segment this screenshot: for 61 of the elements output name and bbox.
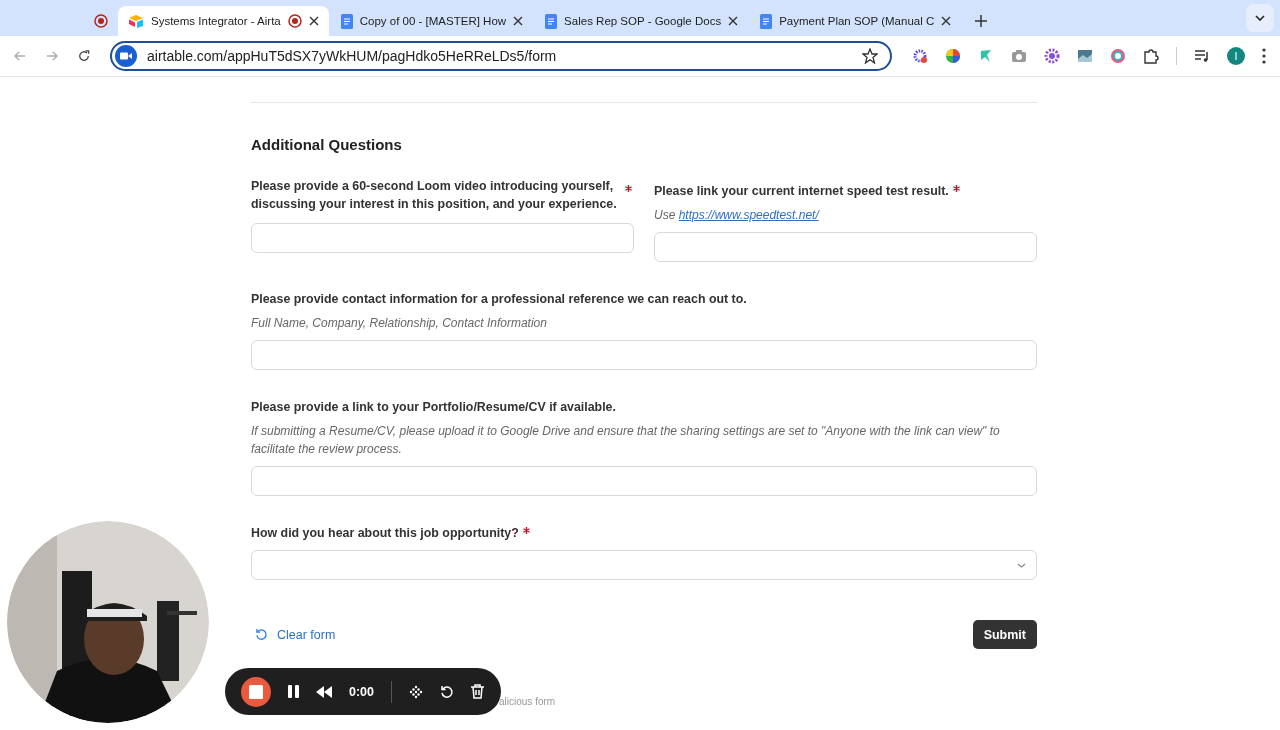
browser-tab[interactable]: Payment Plan SOP (Manual C [750,6,962,36]
text-input-field[interactable] [654,232,1037,262]
undo-icon [255,628,268,641]
tab-search-button[interactable] [1246,4,1274,32]
text-input-field[interactable] [251,466,1037,496]
close-icon[interactable] [513,16,524,26]
tab-title: Systems Integrator - Airta [151,15,281,27]
close-icon[interactable] [308,16,319,26]
extension-icon[interactable] [912,48,928,64]
clear-form-button[interactable]: Clear form [251,627,340,642]
close-icon[interactable] [728,16,739,26]
speed-test-link[interactable]: https://www.speedtest.net/ [678,208,819,222]
section-title: Additional Questions [251,136,403,153]
url-text: airtable.com/appHuT5dSX7yWkHUM/pagHdko5HeRReLDs5/form [147,48,558,64]
pause-icon[interactable] [288,685,299,698]
video-camera-icon [115,45,137,67]
text-input-field[interactable] [251,340,1037,370]
gear-icon[interactable] [1044,48,1060,64]
question-label: Please provide a link to your Portfolio/Resume/CV if available. [251,399,616,416]
image-icon[interactable] [1077,49,1093,63]
chevron-down-icon [1017,562,1026,568]
recording-timer: 0:00 [349,684,375,699]
document-icon [340,13,353,29]
question-hint: If submitting a Resume/CV, please upload it to Google Drive and ensure that the sharing settings are set to "Anyone with the link can view" to facilitate the review process. [251,423,1001,458]
tab-title: Copy of 00 - [MASTER] How [359,15,507,27]
media-queue-icon[interactable] [1194,49,1210,63]
browser-tab[interactable]: Sales Rep SOP - Google Docs [535,6,749,36]
tab-title: Sales Rep SOP - Google Docs [564,15,722,27]
question-label: Please link your current internet speed test result. [654,183,949,200]
stop-recording-button[interactable] [241,676,271,707]
question-hint: Full Name, Company, Relationship, Contact Information [251,315,548,332]
color-wheel-icon[interactable] [945,48,961,64]
trash-icon[interactable] [471,684,485,699]
tab-title: Payment Plan SOP (Manual C [779,15,935,27]
question-hint: Use https://www.speedtest.net/ [654,207,819,224]
reload-icon[interactable] [78,49,90,63]
restart-icon[interactable] [440,684,455,699]
profile-avatar[interactable]: I [1227,47,1245,65]
close-icon[interactable] [941,16,952,26]
dot-grid-icon[interactable] [409,684,424,699]
browser-tab[interactable]: Copy of 00 - [MASTER] How [330,6,534,36]
question-label: Please provide contact information for a professional reference we can reach out to. [251,291,747,308]
address-bar[interactable]: airtable.com/appHuT5dSX7yWkHUM/pagHdko5HeRReLDs5/form [110,41,892,71]
browser-tab[interactable]: Systems Integrator - Airta [118,6,329,36]
camera-icon[interactable] [1011,49,1027,63]
question-label: Please provide a 60-second Loom video introducing yourself, discussing your interest in this position, and your experience. [251,178,618,213]
stop-icon [249,684,263,699]
rewind-icon[interactable] [316,685,332,698]
extension-icon[interactable] [1110,48,1126,64]
submit-button[interactable]: Submit [972,620,1037,649]
star-icon[interactable] [862,48,878,64]
airtable-logo-icon [128,14,144,28]
question-label: How did you hear about this job opportunity? [251,525,519,542]
puzzle-icon[interactable] [1143,48,1159,64]
text-input-field[interactable] [251,223,634,253]
document-icon [545,13,558,29]
new-tab-icon[interactable] [975,15,988,27]
chevron-down-icon [1255,15,1265,21]
dropdown-field[interactable] [251,550,1037,580]
document-icon [760,13,773,29]
more-menu-icon[interactable] [1262,48,1266,64]
